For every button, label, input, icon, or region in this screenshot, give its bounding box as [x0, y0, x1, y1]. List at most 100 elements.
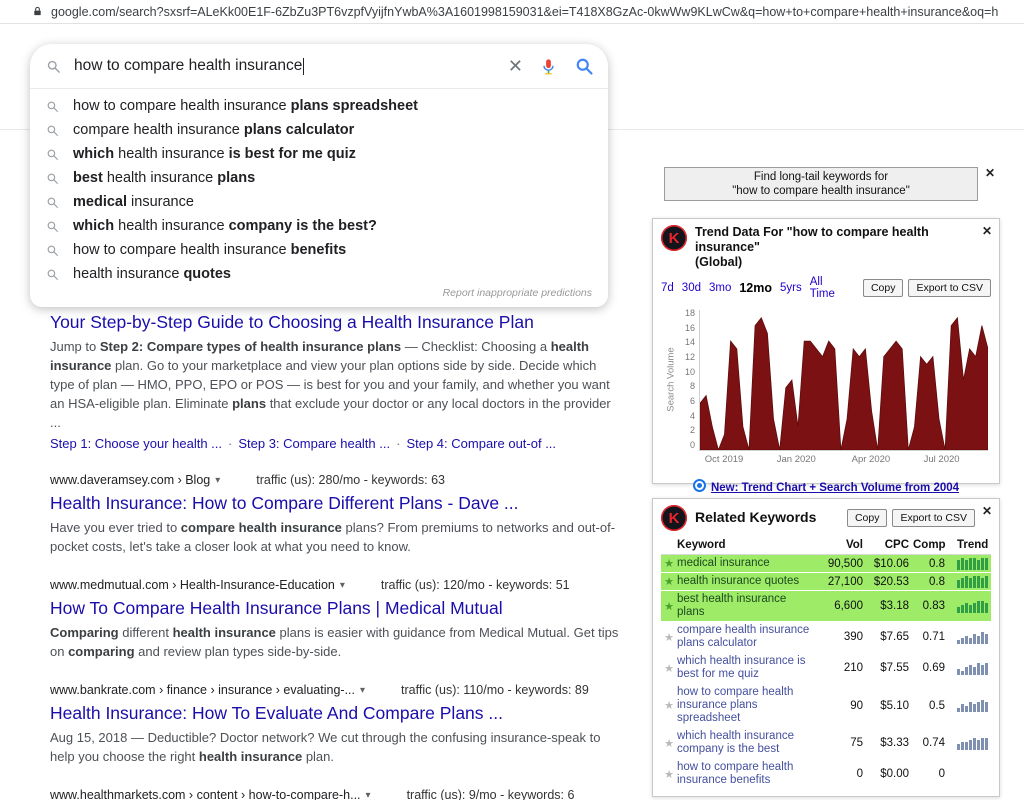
keywords-table-header: Keyword Vol CPC Comp Trend: [661, 537, 991, 555]
close-icon[interactable]: ✕: [982, 224, 992, 238]
trend-range-12mo[interactable]: 12mo: [739, 281, 772, 295]
star-icon[interactable]: ★: [661, 662, 677, 675]
comp-cell: 0.8: [929, 557, 945, 570]
vol-cell: 390: [843, 631, 863, 643]
result-title-link[interactable]: Health Insurance: How to Compare Differe…: [50, 492, 622, 514]
column-header-vol: Vol: [845, 539, 863, 551]
trend-range-30d[interactable]: 30d: [682, 282, 701, 294]
keyword-link[interactable]: health insurance quotes: [677, 575, 817, 588]
trend-new-link[interactable]: New: Trend Chart + Search Volume from 20…: [653, 478, 999, 494]
search-box[interactable]: how to compare health insurance ✕: [30, 44, 608, 88]
search-popup: how to compare health insurance ✕ how to…: [30, 44, 608, 307]
text-caret: [303, 57, 305, 75]
close-icon[interactable]: ✕: [982, 504, 992, 518]
suggestion-item[interactable]: which health insurance company is the be…: [30, 214, 608, 238]
breadcrumb[interactable]: www.bankrate.com › finance › insurance ›…: [50, 683, 355, 697]
longtail-keywords-button[interactable]: Find long-tail keywords for "how to comp…: [664, 167, 978, 201]
vol-cell: 0: [856, 768, 863, 780]
report-predictions-link[interactable]: Report inappropriate predictions: [30, 286, 608, 307]
close-icon[interactable]: ✕: [985, 167, 995, 179]
result-title-link[interactable]: How To Compare Health Insurance Plans | …: [50, 597, 622, 619]
export-csv-button[interactable]: Export to CSV: [908, 279, 991, 297]
breadcrumb[interactable]: www.medmutual.com › Health-Insurance-Edu…: [50, 578, 335, 592]
breadcrumb[interactable]: www.daveramsey.com › Blog: [50, 473, 210, 487]
keyword-link[interactable]: compare health insurance plans calculato…: [677, 624, 817, 650]
result-breadcrumb-row: www.daveramsey.com › Blog ▾ traffic (us): …: [50, 473, 622, 487]
trend-sparkline: [949, 768, 993, 781]
suggestion-item[interactable]: how to compare health insurance plans sp…: [30, 94, 608, 118]
star-icon[interactable]: ★: [661, 575, 677, 588]
keyword-link[interactable]: how to compare health insurance benefits: [677, 761, 817, 787]
suggestion-item[interactable]: compare health insurance plans calculato…: [30, 118, 608, 142]
x-axis-ticks: Oct 2019 Jan 2020 Apr 2020 Jul 2020: [699, 454, 987, 468]
url-text[interactable]: google.com/search?sxsrf=ALeKk00E1F-6ZbZu…: [51, 5, 998, 19]
keyword-link[interactable]: medical insurance: [677, 557, 817, 570]
suggestion-text: how to compare health insurance plans sp…: [73, 98, 418, 114]
star-icon[interactable]: ★: [661, 557, 677, 570]
star-icon[interactable]: ★: [661, 699, 677, 712]
star-icon[interactable]: ★: [661, 737, 677, 750]
sitelinks-row: Step 1: Choose your health ... · Step 3: C…: [50, 436, 622, 451]
x-tick-label: Jan 2020: [776, 454, 816, 465]
trend-range-all-time[interactable]: All Time: [810, 276, 850, 300]
search-icon: [46, 268, 60, 281]
export-csv-button[interactable]: Export to CSV: [892, 509, 975, 527]
keyword-link[interactable]: which health insurance is best for me qu…: [677, 655, 817, 681]
sitelink[interactable]: Step 1: Choose your health ...: [50, 436, 222, 451]
copy-button[interactable]: Copy: [846, 509, 888, 527]
cpc-cell: $7.65: [880, 631, 909, 643]
dropdown-arrow-icon[interactable]: ▾: [340, 580, 345, 591]
microphone-icon[interactable]: [539, 57, 558, 76]
sitelink[interactable]: Step 3: Compare health ...: [238, 436, 390, 451]
vol-cell: 6,600: [834, 600, 863, 612]
suggestion-item[interactable]: medical insurance: [30, 190, 608, 214]
keyword-link[interactable]: which health insurance company is the be…: [677, 730, 817, 756]
suggestion-item[interactable]: which health insurance is best for me qu…: [30, 142, 608, 166]
trend-range-3mo[interactable]: 3mo: [709, 282, 731, 294]
browser-address-bar[interactable]: google.com/search?sxsrf=ALeKk00E1F-6ZbZu…: [0, 0, 1024, 24]
copy-button[interactable]: Copy: [862, 279, 904, 297]
suggestion-text: compare health insurance plans calculato…: [73, 122, 355, 138]
search-result: www.bankrate.com › finance › insurance ›…: [50, 683, 622, 766]
star-icon[interactable]: ★: [661, 768, 677, 781]
comp-cell: 0.71: [922, 631, 945, 643]
suggestion-item[interactable]: health insurance quotes: [30, 262, 608, 286]
breadcrumb[interactable]: www.healthmarkets.com › content › how-to…: [50, 788, 361, 800]
separator: ·: [396, 436, 401, 451]
result-snippet: Comparing different health insurance pla…: [50, 625, 619, 659]
search-submit-icon[interactable]: [574, 56, 594, 76]
x-tick-label: Apr 2020: [851, 454, 891, 465]
trend-panel-header: K Trend Data For "how to compare health …: [653, 219, 999, 272]
star-icon[interactable]: ★: [661, 600, 677, 613]
y-tick-label: 14: [684, 337, 695, 348]
trend-range-5yrs[interactable]: 5yrs: [780, 282, 802, 294]
result-breadcrumb-row: www.bankrate.com › finance › insurance ›…: [50, 683, 622, 697]
search-input[interactable]: how to compare health insurance: [74, 57, 502, 75]
keyword-link[interactable]: best health insurance plans: [677, 593, 817, 619]
new-feature-icon: [692, 479, 706, 492]
keywords-everywhere-logo: K: [661, 505, 687, 531]
result-title-link[interactable]: Health Insurance: How To Evaluate And Co…: [50, 702, 622, 724]
y-tick-label: 18: [684, 308, 695, 318]
clear-icon[interactable]: ✕: [508, 57, 523, 75]
dropdown-arrow-icon[interactable]: ▾: [215, 475, 220, 486]
y-tick-label: 6: [689, 395, 695, 406]
separator: ·: [228, 436, 233, 451]
result-snippet: Jump to Step 2: Compare types of health …: [50, 339, 611, 430]
dropdown-arrow-icon[interactable]: ▾: [366, 790, 371, 800]
trend-link-text[interactable]: New: Trend Chart + Search Volume from 20…: [711, 482, 959, 494]
keywords-table: Keyword Vol CPC Comp Trend ★ medical insuranc…: [661, 537, 991, 790]
result-title-link[interactable]: Your Step-by-Step Guide to Choosing a He…: [50, 311, 622, 333]
suggestion-item[interactable]: best health insurance plans: [30, 166, 608, 190]
suggestion-item[interactable]: how to compare health insurance benefits: [30, 238, 608, 262]
trend-range-7d[interactable]: 7d: [661, 282, 674, 294]
sitelink[interactable]: Step 4: Compare out-of ...: [406, 436, 556, 451]
star-icon[interactable]: ★: [661, 631, 677, 644]
dropdown-arrow-icon[interactable]: ▾: [360, 685, 365, 696]
search-result: www.daveramsey.com › Blog ▾ traffic (us): …: [50, 473, 622, 556]
vol-cell: 90: [850, 699, 863, 712]
keyword-link[interactable]: how to compare health insurance plans sp…: [677, 686, 817, 725]
suggestion-text: how to compare health insurance benefits: [73, 242, 347, 258]
result-breadcrumb-row: www.medmutual.com › Health-Insurance-Edu…: [50, 578, 622, 592]
keywords-everywhere-logo: K: [661, 225, 687, 251]
